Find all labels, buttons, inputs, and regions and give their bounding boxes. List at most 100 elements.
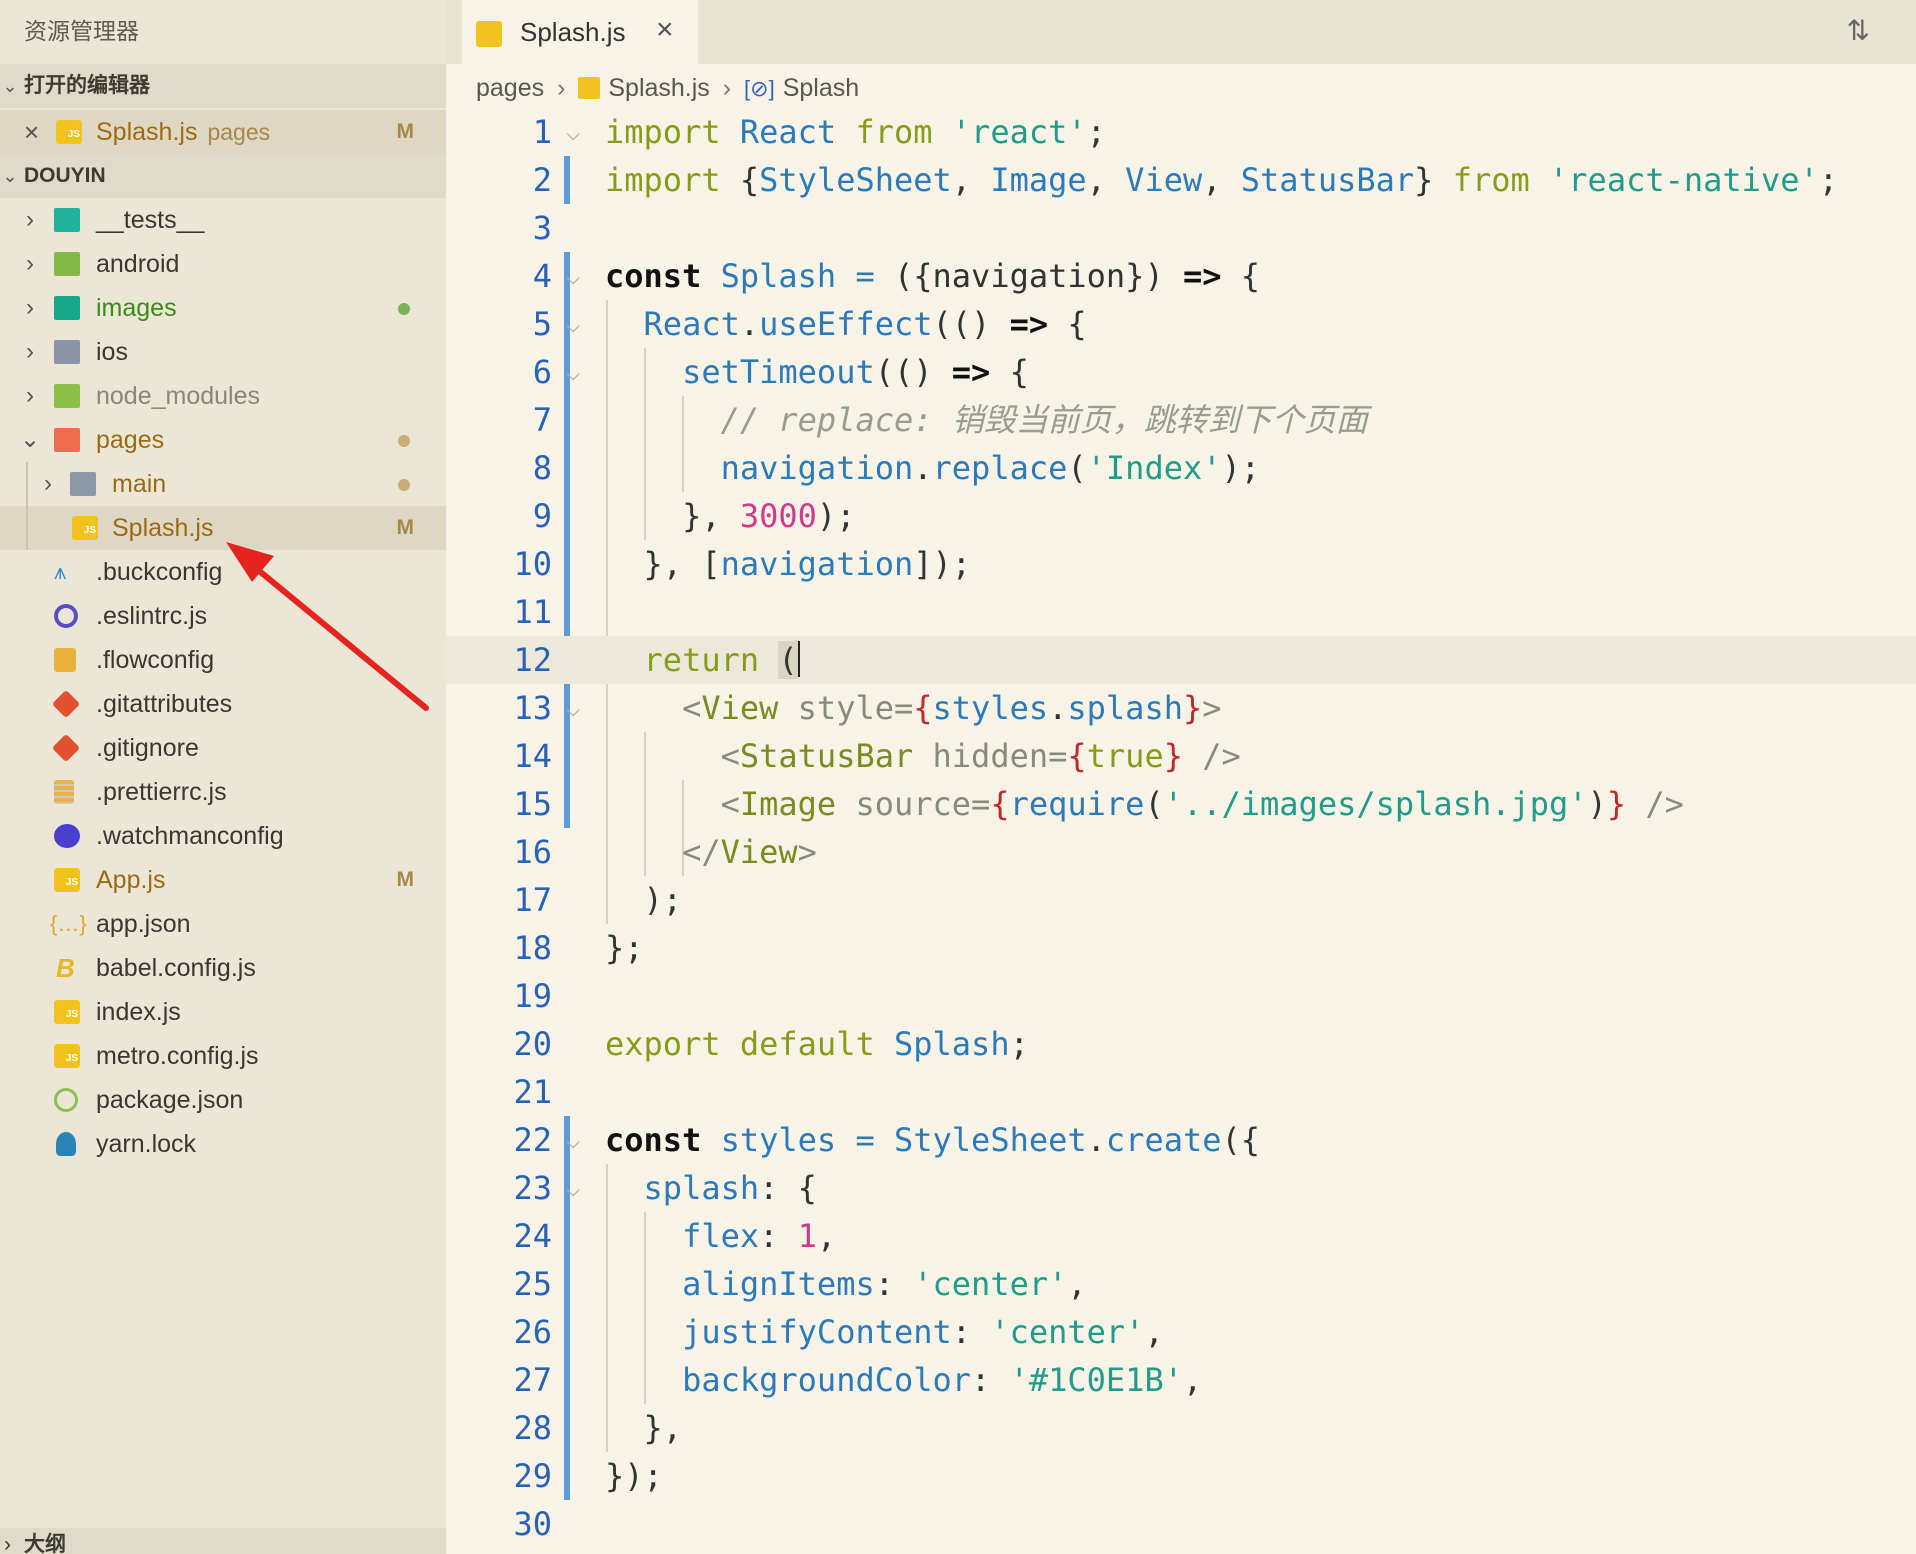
open-editors-header[interactable]: ⌄ 打开的编辑器 bbox=[0, 64, 446, 108]
tree-item-splash-js[interactable]: JS Splash.js M bbox=[0, 506, 446, 550]
tab-splash-js[interactable]: Splash.js × bbox=[462, 0, 698, 64]
tree-item-flowconfig[interactable]: .flowconfig bbox=[0, 638, 446, 682]
code-line: 6 ⌵ setTimeout(() => { bbox=[446, 348, 1916, 396]
token: Image bbox=[990, 161, 1087, 199]
close-icon[interactable]: × bbox=[656, 13, 674, 47]
outline-header[interactable]: › 大纲 bbox=[0, 1528, 446, 1554]
token: = bbox=[855, 1121, 875, 1159]
close-icon[interactable]: × bbox=[24, 110, 39, 154]
token: , bbox=[1182, 1361, 1203, 1399]
tree-item-package-json[interactable]: package.json bbox=[0, 1078, 446, 1122]
tree-item-metro-config[interactable]: JS metro.config.js bbox=[0, 1034, 446, 1078]
token: source bbox=[855, 785, 972, 823]
tree-item-index-js[interactable]: JS index.js bbox=[0, 990, 446, 1034]
tree-item-yarn-lock[interactable]: yarn.lock bbox=[0, 1122, 446, 1166]
tree-item-app-json[interactable]: {…} app.json bbox=[0, 902, 446, 946]
line-number: 19 bbox=[513, 977, 552, 1015]
token: { bbox=[913, 689, 933, 727]
js-file-icon: JS bbox=[72, 516, 98, 540]
code-line: 22 ⌵ const styles = StyleSheet.create({ bbox=[446, 1116, 1916, 1164]
chevron-right-icon: › bbox=[722, 74, 732, 102]
line-number: 26 bbox=[513, 1313, 552, 1351]
tree-item-babel[interactable]: B babel.config.js bbox=[0, 946, 446, 990]
token: > bbox=[1202, 689, 1222, 727]
tree-item-app-js[interactable]: JS App.js M bbox=[0, 858, 446, 902]
project-label: DOUYIN bbox=[24, 164, 106, 187]
token: 'center' bbox=[913, 1265, 1068, 1303]
tree-item-label: .watchmanconfig bbox=[96, 822, 284, 850]
tree-item-pages[interactable]: ⌄ pages bbox=[0, 418, 446, 462]
token: from bbox=[1452, 161, 1530, 199]
token: (() bbox=[932, 305, 991, 343]
tree-item-eslintrc[interactable]: .eslintrc.js bbox=[0, 594, 446, 638]
code-line: 15 <Image source={require('../images/spl… bbox=[446, 780, 1916, 828]
code-line: 9 }, 3000); bbox=[446, 492, 1916, 540]
token: justifyContent bbox=[682, 1313, 952, 1351]
token: ( bbox=[1144, 785, 1164, 823]
tree-item-ios[interactable]: › ios bbox=[0, 330, 446, 374]
chevron-down-icon[interactable]: ⌵ bbox=[566, 300, 580, 348]
token: splash bbox=[643, 1169, 760, 1207]
token: Splash bbox=[893, 1025, 1010, 1063]
code-line: 19 bbox=[446, 972, 1916, 1020]
token: } bbox=[1414, 161, 1434, 199]
code-line: 16 </View> bbox=[446, 828, 1916, 876]
token: = bbox=[893, 689, 914, 727]
indent-guide bbox=[26, 462, 28, 506]
explorer-sidebar: 资源管理器 ⌄ 打开的编辑器 × JS Splash.js pages M ⌄ D… bbox=[0, 0, 446, 1554]
line-number: 6 bbox=[532, 353, 552, 391]
tree-item-main[interactable]: › main bbox=[0, 462, 446, 506]
line-number: 21 bbox=[513, 1073, 552, 1111]
tree-item-prettierrc[interactable]: .prettierrc.js bbox=[0, 770, 446, 814]
breadcrumb-symbol[interactable]: Splash bbox=[783, 74, 859, 102]
code-line: 27 backgroundColor: '#1C0E1B', bbox=[446, 1356, 1916, 1404]
tree-item-watchmanconfig[interactable]: .watchmanconfig bbox=[0, 814, 446, 858]
text-cursor bbox=[797, 641, 800, 677]
tree-item-node-modules[interactable]: › node_modules bbox=[0, 374, 446, 418]
breadcrumb-folder[interactable]: pages bbox=[476, 74, 544, 102]
file-tree: › __tests__ › android › images › ios › n… bbox=[0, 198, 446, 1518]
project-header[interactable]: ⌄ DOUYIN bbox=[0, 154, 446, 198]
chevron-down-icon[interactable]: ⌵ bbox=[566, 348, 580, 396]
line-number: 27 bbox=[513, 1361, 552, 1399]
chevron-down-icon[interactable]: ⌵ bbox=[566, 1164, 580, 1212]
tree-item-images[interactable]: › images bbox=[0, 286, 446, 330]
token: { bbox=[990, 785, 1010, 823]
code-line: 2 import {StyleSheet, Image, View, Status… bbox=[446, 156, 1916, 204]
tree-item-gitignore[interactable]: .gitignore bbox=[0, 726, 446, 770]
code-line: 13 ⌵ <View style={styles.splash}> bbox=[446, 684, 1916, 732]
tree-item-gitattributes[interactable]: .gitattributes bbox=[0, 682, 446, 726]
line-number: 10 bbox=[513, 545, 552, 583]
code-line: 8 navigation.replace('Index'); bbox=[446, 444, 1916, 492]
compare-changes-icon[interactable]: ⇅ bbox=[1847, 14, 1870, 47]
line-number: 11 bbox=[513, 593, 552, 631]
tree-item-label: main bbox=[112, 470, 167, 498]
line-number: 18 bbox=[513, 929, 552, 967]
token: => bbox=[1182, 257, 1222, 295]
token: => bbox=[1009, 305, 1049, 343]
tree-item-label: ios bbox=[96, 338, 128, 366]
chevron-down-icon[interactable]: ⌵ bbox=[566, 252, 580, 300]
token: }, bbox=[682, 497, 721, 535]
tree-item-tests[interactable]: › __tests__ bbox=[0, 198, 446, 242]
token: '#1C0E1B' bbox=[1009, 1361, 1183, 1399]
tree-item-android[interactable]: › android bbox=[0, 242, 446, 286]
node-icon bbox=[54, 1088, 78, 1112]
token: style bbox=[797, 689, 894, 727]
tree-item-buckconfig[interactable]: ⩚ .buckconfig bbox=[0, 550, 446, 594]
open-editor-item[interactable]: × JS Splash.js pages M bbox=[0, 110, 446, 154]
code-line: 21 bbox=[446, 1068, 1916, 1116]
token: '../images/splash.jpg' bbox=[1163, 785, 1588, 823]
token: setTimeout bbox=[682, 353, 875, 391]
untracked-dot bbox=[398, 303, 410, 315]
tree-item-label: .flowconfig bbox=[96, 646, 215, 674]
token: = bbox=[971, 785, 991, 823]
chevron-down-icon[interactable]: ⌵ bbox=[566, 1116, 580, 1164]
line-number: 14 bbox=[513, 737, 552, 775]
chevron-down-icon[interactable]: ⌵ bbox=[566, 108, 580, 156]
token: : bbox=[874, 1265, 894, 1303]
line-number: 17 bbox=[513, 881, 552, 919]
chevron-down-icon[interactable]: ⌵ bbox=[566, 684, 580, 732]
js-file-icon: JS bbox=[54, 1000, 80, 1024]
breadcrumb-file[interactable]: Splash.js bbox=[608, 74, 709, 102]
